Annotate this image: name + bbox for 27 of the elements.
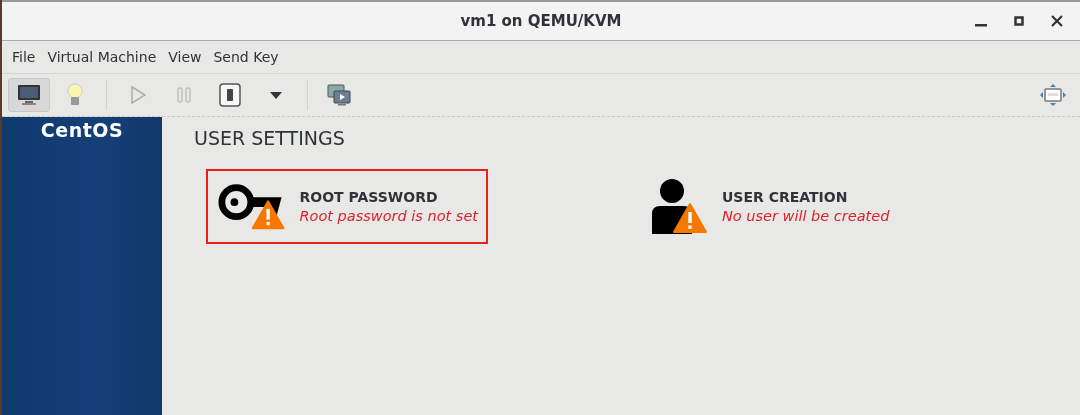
menu-item[interactable]: File [6, 49, 42, 65]
screens-icon [327, 84, 351, 106]
toolbar-button[interactable] [8, 78, 50, 112]
spoke-status: Root password is not set [299, 208, 478, 224]
spoke-title: USER CREATION [722, 189, 849, 205]
close-icon [1051, 15, 1063, 27]
caret-icon [270, 91, 282, 99]
key-warning-icon [218, 182, 286, 231]
spoke-title: ROOT PASSWORD [299, 189, 439, 205]
window-title: vm1 on QEMU/KVM [460, 12, 622, 30]
settings-spoke[interactable]: USER CREATION No user will be created [638, 169, 920, 244]
switch-icon [219, 83, 241, 107]
spoke-status: No user will be created [722, 208, 890, 224]
monitor-icon [17, 84, 41, 106]
logo: CentOS [40, 119, 124, 141]
fullscreen-icon [1040, 84, 1066, 106]
maximize-icon [1014, 16, 1024, 26]
minimize-icon [975, 23, 987, 27]
settings-spoke[interactable]: ROOT PASSWORD Root password is not set [206, 169, 488, 244]
menu-item[interactable]: View [162, 49, 208, 65]
section-title: USER SETTINGS [194, 127, 346, 149]
menu-item[interactable]: Virtual Machine [41, 49, 163, 65]
user-warning-icon [650, 177, 708, 236]
pause-icon [177, 87, 191, 103]
play-icon [130, 86, 146, 104]
menu-item[interactable]: Send Key [207, 49, 285, 65]
light-bulb-icon [67, 83, 83, 107]
